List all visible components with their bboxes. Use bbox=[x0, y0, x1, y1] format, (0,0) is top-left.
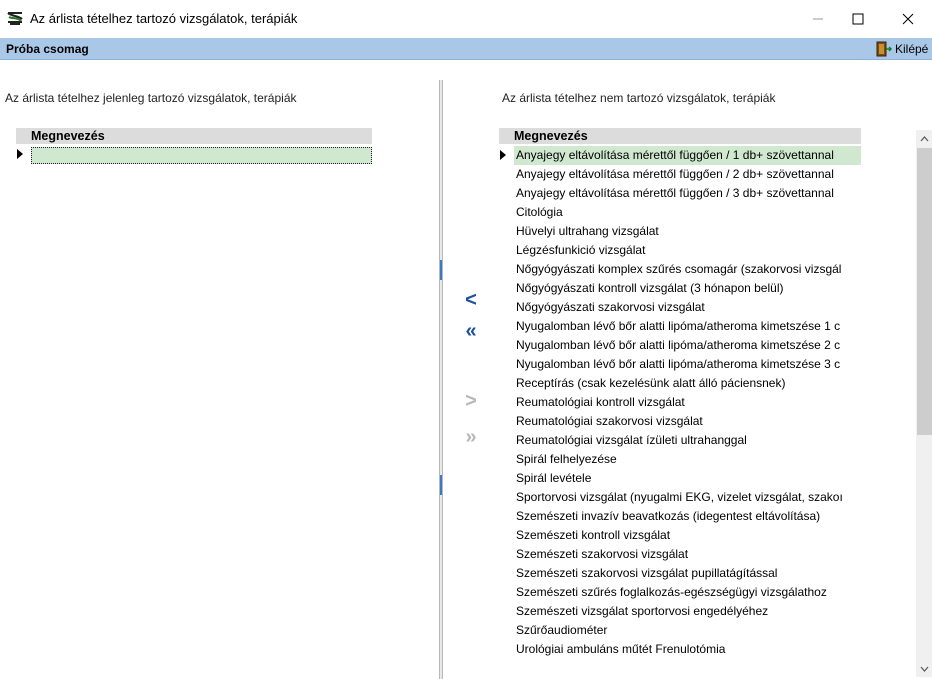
list-item[interactable]: Szemészeti vizsgálat sportorvosi engedél… bbox=[514, 602, 861, 621]
available-grid[interactable]: Megnevezés Anyajegy eltávolítása mérettő… bbox=[499, 128, 931, 677]
list-item[interactable]: Szemészeti kontroll vizsgálat bbox=[514, 526, 861, 545]
available-panel: Az árlista tételhez nem tartozó vizsgála… bbox=[442, 80, 932, 679]
assigned-caption: Az árlista tételhez jelenleg tartozó viz… bbox=[5, 91, 297, 105]
row-indicator-icon bbox=[500, 150, 506, 160]
close-button[interactable] bbox=[885, 0, 931, 38]
minimize-icon bbox=[813, 18, 823, 20]
chevron-down-icon bbox=[920, 666, 929, 672]
list-item[interactable]: Szűrőaudiométer bbox=[514, 621, 861, 640]
list-item[interactable]: Hüvelyi ultrahang vizsgálat bbox=[514, 222, 861, 241]
chevron-up-icon bbox=[920, 135, 929, 141]
list-item[interactable]: Szemészeti invazív beavatkozás (idegente… bbox=[514, 507, 861, 526]
list-item[interactable]: Reumatológiai vizsgálat ízületi ultrahan… bbox=[514, 431, 861, 450]
list-item[interactable]: Anyajegy eltávolítása mérettől függően /… bbox=[514, 165, 861, 184]
assigned-panel: Az árlista tételhez jelenleg tartozó viz… bbox=[0, 80, 440, 679]
list-item[interactable]: Urológiai ambuláns műtét Frenulotómia bbox=[514, 640, 861, 659]
list-item[interactable]: Légzésfunkició vizsgálat bbox=[514, 241, 861, 260]
column-header-name[interactable]: Megnevezés bbox=[16, 128, 372, 144]
row-indicator-icon bbox=[17, 149, 23, 159]
app-glyph-icon bbox=[7, 12, 23, 25]
list-item[interactable]: Reumatológiai szakorvosi vizsgálat bbox=[514, 412, 861, 431]
list-item[interactable]: Nyugalomban lévő bőr alatti lipóma/ather… bbox=[514, 336, 861, 355]
list-item[interactable]: Szemészeti szakorvosi vizsgálat bbox=[514, 545, 861, 564]
package-name: Próba csomag bbox=[6, 42, 89, 56]
exit-button[interactable]: Kilépé bbox=[874, 40, 928, 58]
package-toolbar: Próba csomag Kilépé bbox=[0, 38, 932, 60]
maximize-button[interactable] bbox=[835, 0, 881, 38]
available-caption: Az árlista tételhez nem tartozó vizsgála… bbox=[502, 91, 776, 105]
title-bar: Az árlista tételhez tartozó vizsgálatok,… bbox=[0, 0, 932, 38]
list-item[interactable]: Nőgyógyászati szakorvosi vizsgálat bbox=[514, 298, 861, 317]
scroll-down-button[interactable] bbox=[916, 660, 932, 677]
list-item[interactable]: Szemészeti szakorvosi vizsgálat pupillat… bbox=[514, 564, 861, 583]
maximize-icon bbox=[852, 13, 864, 25]
list-item[interactable]: Nőgyógyászati komplex szűrés csomagár (s… bbox=[514, 260, 861, 279]
list-item[interactable]: Nyugalomban lévő bőr alatti lipóma/ather… bbox=[514, 355, 861, 374]
list-item[interactable]: Receptírás (csak kezelésünk alatt álló p… bbox=[514, 374, 861, 393]
column-header-name[interactable]: Megnevezés bbox=[499, 128, 861, 144]
close-icon bbox=[902, 13, 914, 25]
list-item[interactable]: Spirál felhelyezése bbox=[514, 450, 861, 469]
available-list[interactable]: Anyajegy eltávolítása mérettől függően /… bbox=[514, 146, 861, 659]
list-item[interactable]: Szemészeti szűrés foglalkozás-egészségüg… bbox=[514, 583, 861, 602]
vertical-scrollbar[interactable] bbox=[916, 130, 932, 677]
exit-label: Kilépé bbox=[895, 42, 929, 56]
list-item[interactable]: Spirál levétele bbox=[514, 469, 861, 488]
list-item[interactable]: Reumatológiai kontroll vizsgálat bbox=[514, 393, 861, 412]
list-item[interactable]: Anyajegy eltávolítása mérettől függően /… bbox=[514, 146, 861, 165]
window-title: Az árlista tételhez tartozó vizsgálatok,… bbox=[30, 11, 298, 26]
empty-new-row[interactable] bbox=[31, 147, 372, 164]
scroll-thumb[interactable] bbox=[917, 148, 932, 435]
list-item[interactable]: Nyugalomban lévő bőr alatti lipóma/ather… bbox=[514, 317, 861, 336]
assigned-grid[interactable]: Megnevezés bbox=[16, 128, 438, 677]
list-item[interactable]: Sportorvosi vizsgálat (nyugalmi EKG, viz… bbox=[514, 488, 861, 507]
list-item[interactable]: Anyajegy eltávolítása mérettől függően /… bbox=[514, 184, 861, 203]
list-item[interactable]: Citológia bbox=[514, 203, 861, 222]
list-item[interactable]: Nőgyógyászati kontroll vizsgálat (3 hóna… bbox=[514, 279, 861, 298]
exit-door-icon bbox=[876, 41, 892, 57]
scroll-up-button[interactable] bbox=[916, 130, 932, 147]
